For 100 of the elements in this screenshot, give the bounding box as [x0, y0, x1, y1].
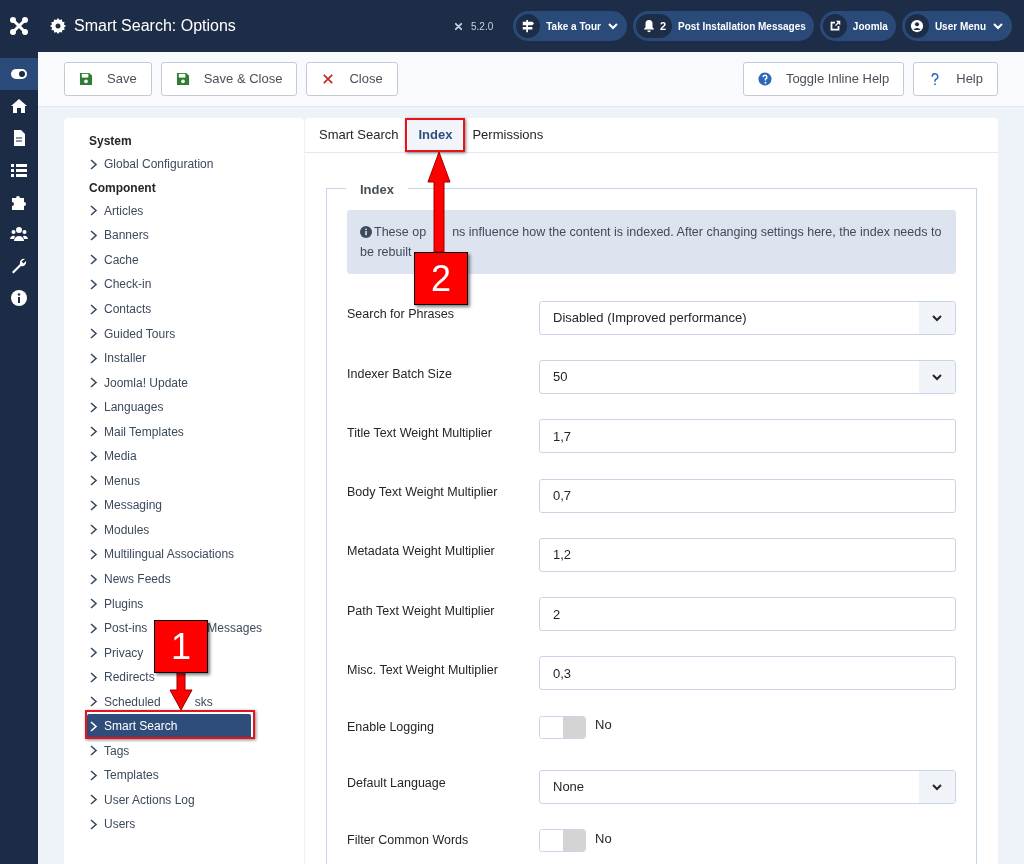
options-nav-link[interactable]: Global Configuration [87, 152, 216, 177]
save-button[interactable]: Save & Close [160, 62, 298, 96]
chevron-right-icon [89, 720, 98, 732]
input-field[interactable]: 2 [539, 597, 956, 632]
user-button[interactable]: User Menu [901, 11, 1012, 41]
options-nav-link[interactable]: Users [87, 812, 138, 837]
chevron-down-icon [606, 20, 619, 32]
chevron-right-icon [89, 819, 98, 830]
signpost-icon [521, 19, 536, 33]
home-icon [10, 97, 28, 115]
options-nav-link[interactable]: User Actions Log [87, 787, 197, 813]
options-nav-link[interactable]: Multilingual Associations [87, 542, 237, 567]
chevron-right-icon [89, 278, 98, 290]
field-label: Misc. Text Weight Multiplier [347, 662, 499, 680]
options-nav-link[interactable]: Scheduled sks [87, 689, 215, 715]
tab[interactable]: Permissions [462, 118, 554, 152]
input-field[interactable]: 0,3 [539, 656, 956, 691]
options-nav-link[interactable]: Guided Tours [87, 321, 178, 346]
select-field[interactable]: Disabled (Improved performance) [539, 300, 956, 335]
options-nav-link[interactable]: Installer [87, 345, 149, 371]
input-field[interactable]: 1,7 [539, 419, 956, 454]
chevron-right-icon [89, 303, 98, 315]
options-nav-link[interactable]: Articles [87, 198, 146, 224]
options-nav-link[interactable]: Mail Templates [87, 419, 186, 444]
chevron-right-icon [89, 254, 98, 266]
menu-item[interactable] [0, 58, 38, 90]
options-nav-link[interactable]: Languages [87, 394, 166, 420]
users-icon [10, 225, 28, 243]
chevron-right-icon [89, 696, 98, 708]
arrow-up-icon [427, 152, 451, 252]
section-heading: System [89, 133, 133, 150]
chevron-right-icon [89, 647, 98, 659]
help-button[interactable]: Toggle Inline Help [742, 62, 905, 96]
options-nav-link[interactable]: Menus [87, 468, 143, 494]
field-label: Indexer Batch Size [347, 365, 453, 383]
chevron-right-icon [89, 548, 98, 560]
external-button[interactable]: Joomla [819, 11, 896, 41]
options-nav-link[interactable]: Check-in [87, 272, 154, 297]
select-field[interactable]: 50 [539, 359, 956, 394]
save-icon [79, 72, 93, 86]
field-label: Filter Common Words [347, 832, 470, 849]
options-nav-link[interactable]: Joomla! Update [87, 370, 191, 395]
info-icon [360, 225, 372, 238]
chevron-right-icon [89, 573, 98, 585]
options-nav-link[interactable]: Cache [87, 247, 141, 273]
chevron-right-icon [89, 426, 98, 438]
user-circle-icon [909, 19, 924, 33]
highlight-frame [405, 118, 465, 152]
chevron-right-icon [89, 745, 98, 757]
save-icon [175, 72, 190, 86]
tab[interactable]: Smart Search [309, 118, 409, 152]
field-label: Title Text Weight Multiplier [347, 424, 493, 442]
toggle-value: No [595, 716, 612, 735]
chevron-right-icon [89, 229, 98, 241]
options-nav-link[interactable]: Media [87, 444, 139, 469]
chevron-right-icon [89, 205, 98, 217]
chevron-right-icon [89, 769, 98, 781]
arrow-down-icon [169, 672, 193, 710]
toggle-switch[interactable] [539, 828, 586, 852]
close-button[interactable]: Close [306, 62, 398, 96]
options-nav-link[interactable]: Modules [87, 517, 152, 543]
chevron-down-icon [992, 20, 1004, 32]
save-button[interactable]: Save [64, 62, 152, 96]
close-icon [321, 72, 336, 86]
chevron-right-icon [89, 671, 98, 683]
chevron-right-icon [89, 450, 98, 462]
select-field[interactable]: None [539, 769, 956, 804]
chevron-right-icon [89, 401, 98, 413]
chevron-right-icon [89, 475, 98, 487]
tour-button[interactable]: Take a Tour [513, 11, 627, 41]
bell-icon [641, 19, 656, 33]
chevron-right-icon [89, 622, 98, 634]
puzzle-icon [10, 193, 28, 211]
chevron-right-icon [89, 352, 98, 364]
input-field[interactable]: 0,7 [539, 478, 956, 513]
options-nav-link[interactable]: Privacy [87, 640, 146, 665]
help-button[interactable]: Help [913, 62, 998, 96]
options-nav-link[interactable]: Banners [87, 223, 151, 248]
messages-button[interactable]: 2 Post Installation Messages [632, 11, 814, 41]
options-nav-link[interactable]: News Feeds [87, 566, 173, 592]
message-count: 2 [659, 18, 667, 34]
chevron-right-icon [89, 524, 98, 536]
joomla-logo-icon [454, 21, 463, 31]
field-label: Path Text Weight Multiplier [347, 602, 496, 620]
step-number: 1 [154, 620, 208, 673]
wrench-icon [10, 257, 28, 275]
field-label: Enable Logging [347, 718, 435, 736]
chevron-right-icon [89, 328, 98, 340]
options-nav-link[interactable]: Plugins [87, 591, 146, 616]
options-nav-link[interactable]: Smart Search [87, 714, 251, 739]
field-label: Default Language [347, 775, 447, 793]
options-nav-link[interactable]: Messaging [87, 493, 165, 518]
chevron-right-icon [89, 499, 98, 511]
options-nav-link[interactable]: Redirects [87, 664, 157, 690]
options-nav-link[interactable]: Templates [87, 763, 161, 788]
options-nav-link[interactable]: Tags [87, 738, 132, 764]
input-field[interactable]: 1,2 [539, 537, 956, 572]
options-nav-link[interactable]: Contacts [87, 296, 154, 322]
toggle-switch[interactable] [539, 715, 586, 739]
info-icon [10, 289, 28, 307]
